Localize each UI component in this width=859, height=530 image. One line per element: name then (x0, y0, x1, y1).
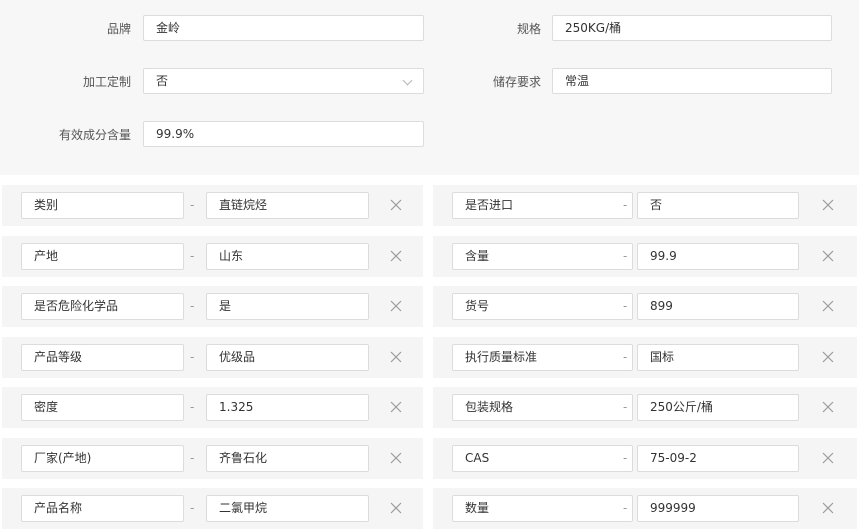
close-icon[interactable] (389, 400, 403, 414)
close-icon[interactable] (821, 400, 835, 414)
attribute-separator: - (623, 451, 628, 465)
attribute-value-input[interactable]: 二氯甲烷 (206, 495, 369, 522)
storage-label: 储存要求 (492, 75, 541, 89)
close-icon[interactable] (821, 451, 835, 465)
attribute-separator: - (190, 501, 195, 515)
custom-label: 加工定制 (82, 75, 131, 89)
spec-input[interactable]: 250KG/桶 (552, 15, 832, 41)
attribute-value-input[interactable]: 优级品 (206, 344, 369, 371)
attribute-separator: - (623, 198, 628, 212)
close-icon[interactable] (821, 198, 835, 212)
attribute-row: 产品名称 - 二氯甲烷 (2, 488, 423, 529)
attribute-name-input[interactable]: 密度 (21, 394, 184, 421)
brand-input[interactable]: 金岭 (143, 15, 424, 41)
custom-select-value: 否 (156, 74, 169, 88)
attribute-value-input[interactable]: 山东 (206, 243, 369, 270)
attribute-row: 是否危险化学品 - 是 (2, 286, 423, 327)
attribute-row: 产品等级 - 优级品 (2, 337, 423, 378)
close-icon[interactable] (389, 198, 403, 212)
attribute-name-input[interactable]: 是否进口 (452, 192, 633, 219)
brand-label: 品牌 (106, 22, 131, 36)
attribute-row: 产地 - 山东 (2, 236, 423, 277)
attribute-name-input[interactable]: 含量 (452, 243, 633, 270)
attribute-value-input[interactable]: 99.9 (637, 243, 799, 270)
attribute-separator: - (190, 350, 195, 364)
storage-input[interactable]: 常温 (552, 68, 832, 94)
attribute-separator: - (623, 350, 628, 364)
attribute-row: 含量 -99.9 (433, 236, 857, 277)
close-icon[interactable] (389, 350, 403, 364)
attribute-name-input[interactable]: 类别 (21, 192, 184, 219)
custom-select[interactable]: 否 (143, 68, 424, 94)
attribute-value-input[interactable]: 国标 (637, 344, 799, 371)
close-icon[interactable] (821, 350, 835, 364)
attribute-row: 货号 -899 (433, 286, 857, 327)
attribute-row: 厂家(产地) - 齐鲁石化 (2, 438, 423, 479)
close-icon[interactable] (821, 299, 835, 313)
attribute-name-input[interactable]: 货号 (452, 293, 633, 320)
content-input[interactable]: 99.9% (143, 121, 424, 147)
attribute-value-input[interactable]: 直链烷烃 (206, 192, 369, 219)
close-icon[interactable] (389, 451, 403, 465)
attribute-name-input[interactable]: 厂家(产地) (21, 445, 184, 472)
attribute-value-input[interactable]: 899 (637, 293, 799, 320)
attribute-name-input[interactable]: 数量 (452, 495, 633, 522)
close-icon[interactable] (821, 249, 835, 263)
close-icon[interactable] (389, 501, 403, 515)
attribute-value-input[interactable]: 75-09-2 (637, 445, 799, 472)
attribute-separator: - (190, 299, 195, 313)
attribute-value-input[interactable]: 250公斤/桶 (637, 394, 799, 421)
attribute-row: 数量 -999999 (433, 488, 857, 529)
attribute-value-input[interactable]: 是 (206, 293, 369, 320)
attribute-name-input[interactable]: 产品名称 (21, 495, 184, 522)
attribute-separator: - (623, 400, 628, 414)
attribute-name-input[interactable]: 产地 (21, 243, 184, 270)
attribute-row: 类别 - 直链烷烃 (2, 185, 423, 226)
attribute-separator: - (623, 299, 628, 313)
attribute-name-input[interactable]: 包装规格 (452, 394, 633, 421)
attribute-row: 执行质量标准 - 国标 (433, 337, 857, 378)
attribute-value-input[interactable]: 齐鲁石化 (206, 445, 369, 472)
close-icon[interactable] (389, 249, 403, 263)
attribute-value-input[interactable]: 否 (637, 192, 799, 219)
content-label: 有效成分含量 (58, 128, 131, 142)
attribute-separator: - (623, 249, 628, 263)
attribute-row: CAS -75-09-2 (433, 438, 857, 479)
attribute-separator: - (190, 198, 195, 212)
attribute-separator: - (190, 249, 195, 263)
attribute-name-input[interactable]: 产品等级 (21, 344, 184, 371)
attribute-row: 包装规格 -250公斤/桶 (433, 387, 857, 428)
attribute-row: 是否进口 - 否 (433, 185, 857, 226)
attribute-name-input[interactable]: CAS (452, 445, 633, 472)
spec-label: 规格 (516, 22, 541, 36)
attribute-value-input[interactable]: 1.325 (206, 394, 369, 421)
basic-info-panel: 品牌 金岭 规格 250KG/桶 加工定制 否 储存要求 常温 有效成分含量 9… (0, 0, 859, 175)
attribute-name-input[interactable]: 是否危险化学品 (21, 293, 184, 320)
attribute-row: 密度 -1.325 (2, 387, 423, 428)
attribute-separator: - (623, 501, 628, 515)
close-icon[interactable] (389, 299, 403, 313)
attribute-value-input[interactable]: 999999 (637, 495, 799, 522)
chevron-down-icon (402, 75, 413, 86)
attribute-separator: - (190, 400, 195, 414)
close-icon[interactable] (821, 501, 835, 515)
attribute-separator: - (190, 451, 195, 465)
attribute-name-input[interactable]: 执行质量标准 (452, 344, 633, 371)
